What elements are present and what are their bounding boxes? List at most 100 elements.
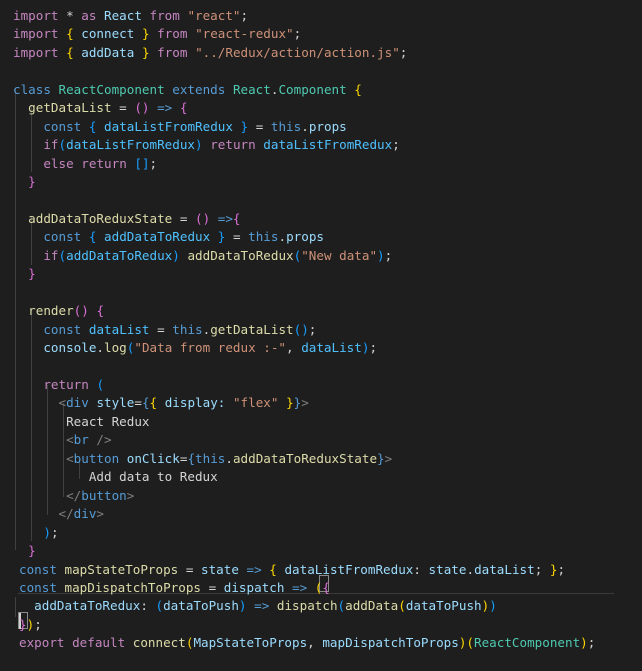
code-line: const dataList = this.getDataList();: [13, 321, 316, 339]
code-line: else return [];: [13, 155, 157, 173]
code-token: =>: [246, 561, 262, 577]
code-token: import: [13, 44, 59, 60]
code-token: dataToPush: [163, 598, 239, 614]
code-token: props: [286, 229, 324, 245]
code-token: }: [28, 266, 36, 282]
code-token: =: [201, 579, 224, 595]
code-token: }: [141, 44, 150, 60]
code-token: ): [580, 635, 588, 651]
code-token: this: [172, 321, 203, 337]
code-token: dataList: [88, 321, 150, 337]
code-token: addData: [73, 44, 142, 60]
code-line: }: [13, 265, 36, 283]
code-token: connect: [73, 26, 142, 42]
code-editor[interactable]: import * as React from "react"; import { …: [0, 0, 642, 671]
code-token: getDataList: [28, 100, 112, 116]
code-token: ;: [534, 561, 550, 577]
code-token: this: [195, 450, 226, 466]
indent-guide-dispatch-object: [15, 597, 16, 617]
code-token: "../Redux/action/action.js": [195, 44, 400, 60]
code-token: button: [73, 450, 120, 466]
code-token: button: [81, 487, 127, 503]
code-token: style: [96, 395, 135, 411]
code-token: ): [238, 598, 247, 614]
code-line: const mapStateToProps = state => { dataL…: [19, 561, 565, 579]
code-token: }: [19, 616, 27, 632]
code-token: =>: [254, 598, 270, 614]
code-token: if: [43, 247, 59, 263]
code-token: []: [134, 155, 150, 171]
code-line: import { connect } from "react-redux";: [13, 25, 301, 43]
code-token: const: [19, 579, 57, 595]
code-token: this: [248, 229, 279, 245]
code-token: ): [43, 524, 51, 540]
code-token: addDataToRedux: [66, 247, 173, 263]
code-token: {: [322, 579, 330, 595]
code-token: (): [134, 100, 150, 116]
code-token: (): [73, 303, 89, 319]
code-token: const: [19, 561, 57, 577]
code-line: addDataToRedux: (dataToPush) => dispatch…: [19, 597, 497, 615]
code-token: ;: [149, 155, 158, 171]
code-token: Add data to Redux: [13, 469, 218, 485]
code-token: .: [96, 340, 105, 356]
code-token: getDataList: [210, 321, 294, 337]
code-token: mapStateToProps: [64, 561, 179, 577]
code-token: import: [13, 26, 59, 42]
code-token: addData: [345, 598, 399, 614]
code-token: }: [141, 26, 150, 42]
code-token: addDataToReduxState: [232, 450, 378, 466]
code-token: "Data from redux :-": [134, 340, 287, 356]
code-token: >: [301, 395, 309, 411]
code-token: import: [13, 8, 59, 23]
code-token: <: [58, 395, 67, 411]
code-token: ): [489, 598, 497, 614]
code-token: =>: [217, 210, 233, 226]
code-token: <: [66, 432, 74, 448]
code-line: render() {: [13, 302, 104, 320]
code-token: =>: [157, 100, 173, 116]
code-token: {: [66, 44, 74, 60]
code-line: </div>: [13, 505, 105, 523]
code-token: {: [232, 210, 241, 226]
code-token: =>: [292, 579, 308, 595]
code-token: "react-redux": [195, 26, 294, 42]
code-token: from: [157, 44, 188, 60]
code-token: (: [337, 598, 346, 614]
code-token: class: [13, 81, 51, 97]
code-token: {: [66, 26, 74, 42]
code-token: (): [194, 210, 211, 226]
code-token: ;: [50, 524, 59, 540]
code-token: return: [43, 377, 89, 392]
code-token: const: [43, 118, 82, 134]
code-token: addDataToRedux: [104, 229, 211, 245]
code-token: render: [28, 303, 74, 319]
code-line: return (: [13, 376, 104, 394]
code-token: React: [232, 81, 271, 97]
code-token: =: [149, 321, 173, 337]
code-line: <div style={{ display: "flex" }}>: [13, 394, 309, 412]
